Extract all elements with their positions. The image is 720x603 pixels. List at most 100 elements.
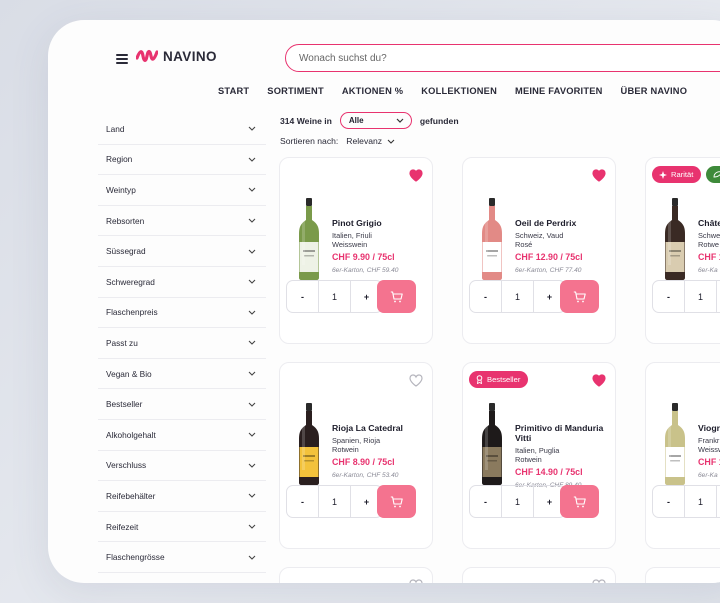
quantity-value[interactable]: 1: [684, 486, 717, 517]
product-price: CHF 14.90 / 75cl: [515, 467, 583, 478]
add-to-cart-button[interactable]: [377, 485, 416, 518]
filter-flaschenpreis[interactable]: Flaschenpreis: [98, 298, 266, 329]
filter-bestseller[interactable]: Bestseller: [98, 389, 266, 420]
filter-label: Rebsorten: [106, 215, 145, 226]
filter-label: Region: [106, 154, 133, 165]
product-card[interactable]: Rioja La Catedral Spanien, Rioja Rotwein…: [279, 362, 433, 549]
quantity-stepper: - 1 +: [652, 280, 720, 313]
product-card-partial[interactable]: [645, 567, 720, 583]
product-card[interactable]: Rarität Châte Pinot Schwe Rotwe CHF 1 6e…: [645, 157, 720, 344]
product-card-partial[interactable]: [462, 567, 616, 583]
sort-label: Sortieren nach:: [280, 136, 339, 146]
favorite-heart-icon[interactable]: [409, 374, 423, 387]
favorite-heart-icon[interactable]: [592, 374, 606, 387]
nav-favoriten[interactable]: MEINE FAVORITEN: [515, 86, 603, 96]
product-name[interactable]: Rioja La Catedral: [332, 423, 432, 433]
main-nav: START SORTIMENT AKTIONEN % KOLLEKTIONEN …: [218, 86, 705, 96]
product-name[interactable]: Châte Pinot: [698, 218, 720, 228]
product-price: CHF 1: [698, 457, 720, 468]
filter-sidebar: Land Region Weintyp Rebsorten Süssegrad …: [98, 114, 266, 573]
filter-vegan-bio[interactable]: Vegan & Bio: [98, 359, 266, 390]
rarity-badge: Rarität: [652, 166, 702, 183]
quantity-stepper: - 1 +: [286, 485, 383, 518]
filter-reifebehaelter[interactable]: Reifebehälter: [98, 481, 266, 512]
chevron-down-icon: [248, 249, 256, 254]
filter-land[interactable]: Land: [98, 114, 266, 145]
product-card[interactable]: Bestseller Primitivo di Manduria Vitti I…: [462, 362, 616, 549]
decrease-button[interactable]: -: [470, 281, 501, 312]
filter-label: Vegan & Bio: [106, 368, 152, 379]
filter-schweregrad[interactable]: Schweregrad: [98, 267, 266, 298]
favorite-heart-icon[interactable]: [592, 169, 606, 182]
nav-ueber[interactable]: ÜBER NAVINO: [621, 86, 688, 96]
cart-icon: [573, 290, 586, 302]
logo[interactable]: NAVINO: [136, 48, 217, 64]
bestseller-badge: Bestseller: [469, 371, 529, 388]
results-count: 314 Weine in: [280, 115, 332, 126]
decrease-button[interactable]: -: [287, 281, 318, 312]
sort-value: Relevanz: [346, 136, 383, 146]
product-price: CHF 9.90 / 75cl: [332, 252, 395, 263]
filter-alkoholgehalt[interactable]: Alkoholgehalt: [98, 420, 266, 451]
quantity-value[interactable]: 1: [318, 486, 351, 517]
favorite-heart-icon[interactable]: [409, 579, 423, 583]
filter-rebsorten[interactable]: Rebsorten: [98, 206, 266, 237]
filter-reifezeit[interactable]: Reifezeit: [98, 512, 266, 543]
add-to-cart-button[interactable]: [377, 280, 416, 313]
wine-bottle-image: [299, 198, 319, 280]
quantity-value[interactable]: 1: [501, 281, 534, 312]
product-name[interactable]: Primitivo di Manduria Vitti: [515, 423, 615, 443]
add-to-cart-button[interactable]: [560, 485, 599, 518]
product-info: Rioja La Catedral Spanien, Rioja Rotwein…: [332, 423, 432, 479]
sort-select[interactable]: Relevanz: [346, 136, 395, 146]
search-input[interactable]: [299, 52, 679, 64]
filter-weintyp[interactable]: Weintyp: [98, 175, 266, 206]
chevron-down-icon: [248, 463, 256, 468]
chevron-down-icon: [248, 188, 256, 193]
product-name[interactable]: Viogr: [698, 423, 720, 433]
nav-sortiment[interactable]: SORTIMENT: [267, 86, 324, 96]
product-card[interactable]: Pinot Grigio Italien, Friuli Weisswein C…: [279, 157, 433, 344]
chevron-down-icon: [248, 371, 256, 376]
filter-verschluss[interactable]: Verschluss: [98, 451, 266, 482]
favorite-heart-icon[interactable]: [592, 579, 606, 583]
quantity-value[interactable]: 1: [501, 486, 534, 517]
quantity-value[interactable]: 1: [684, 281, 717, 312]
favorite-heart-icon[interactable]: [409, 169, 423, 182]
product-name[interactable]: Oeil de Perdrix: [515, 218, 615, 228]
product-card[interactable]: Viogr Frankr Weissw CHF 1 6er-Ka - 1 +: [645, 362, 720, 549]
product-name[interactable]: Pinot Grigio: [332, 218, 432, 228]
filter-label: Reifebehälter: [106, 490, 156, 501]
decrease-button[interactable]: -: [470, 486, 501, 517]
product-type: Rotwe: [698, 239, 719, 249]
filter-passt-zu[interactable]: Passt zu: [98, 328, 266, 359]
filter-flaschengroesse[interactable]: Flaschengrösse: [98, 542, 266, 573]
chevron-down-icon: [248, 218, 256, 223]
product-info: Pinot Grigio Italien, Friuli Weisswein C…: [332, 218, 432, 274]
filter-label: Süssegrad: [106, 246, 146, 257]
decrease-button[interactable]: -: [653, 486, 684, 517]
filter-suessegrad[interactable]: Süssegrad: [98, 236, 266, 267]
quantity-stepper: - 1 +: [469, 280, 566, 313]
nav-aktionen[interactable]: AKTIONEN %: [342, 86, 403, 96]
product-card[interactable]: Oeil de Perdrix Schweiz, Vaud Rosé CHF 1…: [462, 157, 616, 344]
category-select[interactable]: Alle: [339, 112, 412, 129]
decrease-button[interactable]: -: [653, 281, 684, 312]
filter-region[interactable]: Region: [98, 145, 266, 176]
menu-icon[interactable]: [116, 54, 128, 64]
quantity-value[interactable]: 1: [318, 281, 351, 312]
product-type: Rosé: [515, 239, 533, 249]
product-info: Châte Pinot Schwe Rotwe CHF 1 6er-Ka: [698, 218, 720, 274]
chevron-down-icon: [248, 341, 256, 346]
quantity-stepper: - 1 +: [286, 280, 383, 313]
chevron-down-icon: [248, 494, 256, 499]
product-card-partial[interactable]: [279, 567, 433, 583]
search-bar[interactable]: [285, 44, 720, 72]
decrease-button[interactable]: -: [287, 486, 318, 517]
nav-start[interactable]: START: [218, 86, 249, 96]
filter-label: Flaschenpreis: [106, 307, 158, 318]
add-to-cart-button[interactable]: [560, 280, 599, 313]
chevron-down-icon: [248, 402, 256, 407]
nav-kollektionen[interactable]: KOLLEKTIONEN: [421, 86, 497, 96]
product-carton-price: 6er-Karton, CHF 53.40: [332, 472, 399, 480]
